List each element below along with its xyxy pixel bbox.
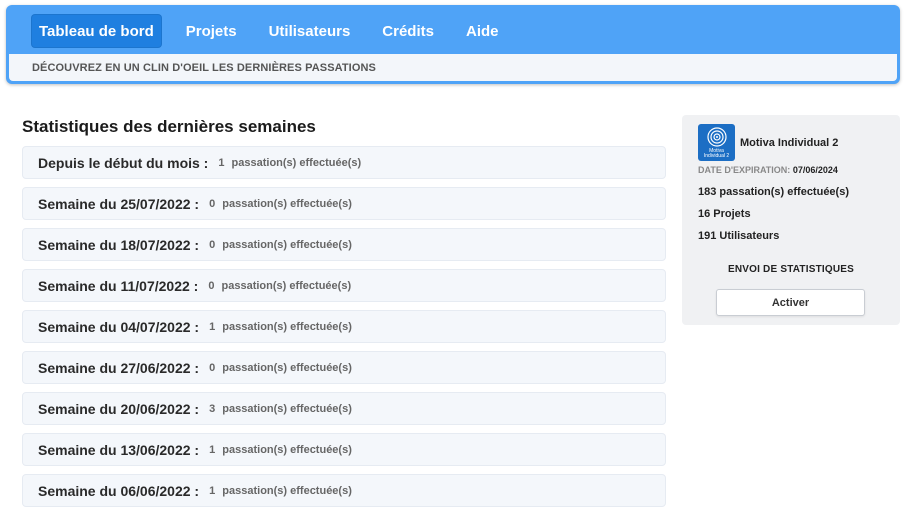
stats-row-value: 1 passation(s) effectuée(s) [209,444,352,456]
nav-credits[interactable]: Crédits [374,14,442,48]
stats-row-week-5: Semaine du 27/06/2022 : 0 passation(s) e… [22,351,666,384]
stats-row-suffix: passation(s) effectuée(s) [222,361,352,374]
stats-row-suffix: passation(s) effectuée(s) [222,484,352,497]
stats-row-label: Semaine du 06/06/2022 : [38,482,200,499]
stats-row-suffix: passation(s) effectuée(s) [222,197,352,210]
stats-row-value: 1 passation(s) effectuée(s) [218,157,361,169]
expiry-label: DATE D'EXPIRATION: [698,165,791,175]
stats-row-count: 0 [208,279,215,292]
stats-row-value: 0 passation(s) effectuée(s) [209,239,352,251]
stats-row-label: Depuis le début du mois : [38,154,209,171]
stats-row-count: 1 [209,320,216,333]
stats-list: Depuis le début du mois : 1 passation(s)… [22,146,666,515]
stats-row-week-7: Semaine du 13/06/2022 : 1 passation(s) e… [22,433,666,466]
users-count: 191 Utilisateurs [698,230,780,242]
stats-row-count: 1 [209,443,216,456]
stats-row-suffix: passation(s) effectuée(s) [222,443,352,456]
passations-count: 183 passation(s) effectuée(s) [698,186,849,198]
stats-row-value: 1 passation(s) effectuée(s) [209,321,352,333]
nav-tableau-de-bord[interactable]: Tableau de bord [31,14,162,48]
stats-row-label: Semaine du 04/07/2022 : [38,318,200,335]
stats-row-week-1: Semaine du 25/07/2022 : 0 passation(s) e… [22,187,666,220]
stats-row-count: 1 [218,156,225,169]
stats-row-suffix: passation(s) effectuée(s) [231,156,362,169]
stats-row-label: Semaine du 13/06/2022 : [38,441,200,458]
page-subtitle: DÉCOUVREZ EN UN CLIN D'OEIL LES DERNIÈRE… [9,54,897,81]
stats-row-count: 0 [209,361,216,374]
stats-row-value: 3 passation(s) effectuée(s) [209,403,352,415]
stats-row-value: 0 passation(s) effectuée(s) [208,280,351,292]
stats-row-value: 1 passation(s) effectuée(s) [209,485,352,497]
stats-row-week-6: Semaine du 20/06/2022 : 3 passation(s) e… [22,392,666,425]
stats-title: Statistiques des dernières semaines [22,117,316,136]
expiry-date: DATE D'EXPIRATION: 07/06/2024 [698,165,838,175]
main-nav: Tableau de bord Projets Utilisateurs Cré… [31,14,523,48]
product-logo: Motiva Individual 2 [698,124,735,161]
license-card: Motiva Individual 2 Motiva Individual 2 … [682,115,900,325]
stats-row-count: 3 [209,402,216,415]
nav-utilisateurs[interactable]: Utilisateurs [261,14,359,48]
concentric-circles-icon [707,127,727,147]
stats-row-week-8: Semaine du 06/06/2022 : 1 passation(s) e… [22,474,666,507]
stats-row-suffix: passation(s) effectuée(s) [222,238,352,251]
logo-text-line-2: Individual 2 [703,153,730,159]
logo-text: Motiva Individual 2 [698,149,735,159]
activate-button[interactable]: Activer [716,289,865,316]
stats-row-label: Semaine du 20/06/2022 : [38,400,200,417]
expiry-value: 07/06/2024 [792,165,838,175]
stats-row-count: 0 [209,197,216,210]
stats-row-label: Semaine du 27/06/2022 : [38,359,200,376]
nav-projets[interactable]: Projets [178,14,245,48]
top-header: Tableau de bord Projets Utilisateurs Cré… [6,5,900,84]
stats-row-label: Semaine du 25/07/2022 : [38,195,200,212]
stats-row-week-2: Semaine du 18/07/2022 : 0 passation(s) e… [22,228,666,261]
stats-row-value: 0 passation(s) effectuée(s) [209,198,352,210]
stats-row-week-4: Semaine du 04/07/2022 : 1 passation(s) e… [22,310,666,343]
stats-row-week-3: Semaine du 11/07/2022 : 0 passation(s) e… [22,269,666,302]
projects-count: 16 Projets [698,208,751,220]
product-name: Motiva Individual 2 [740,137,839,149]
stats-row-label: Semaine du 18/07/2022 : [38,236,200,253]
stats-row-label: Semaine du 11/07/2022 : [38,277,199,294]
stats-row-suffix: passation(s) effectuée(s) [222,320,352,333]
stats-row-count: 0 [209,238,216,251]
stats-row-count: 1 [209,484,216,497]
send-stats-title: ENVOI DE STATISTIQUES [727,264,855,275]
stats-row-month: Depuis le début du mois : 1 passation(s)… [22,146,666,179]
stats-row-suffix: passation(s) effectuée(s) [222,402,352,415]
stats-row-value: 0 passation(s) effectuée(s) [209,362,352,374]
stats-row-suffix: passation(s) effectuée(s) [221,279,352,292]
nav-aide[interactable]: Aide [458,14,507,48]
